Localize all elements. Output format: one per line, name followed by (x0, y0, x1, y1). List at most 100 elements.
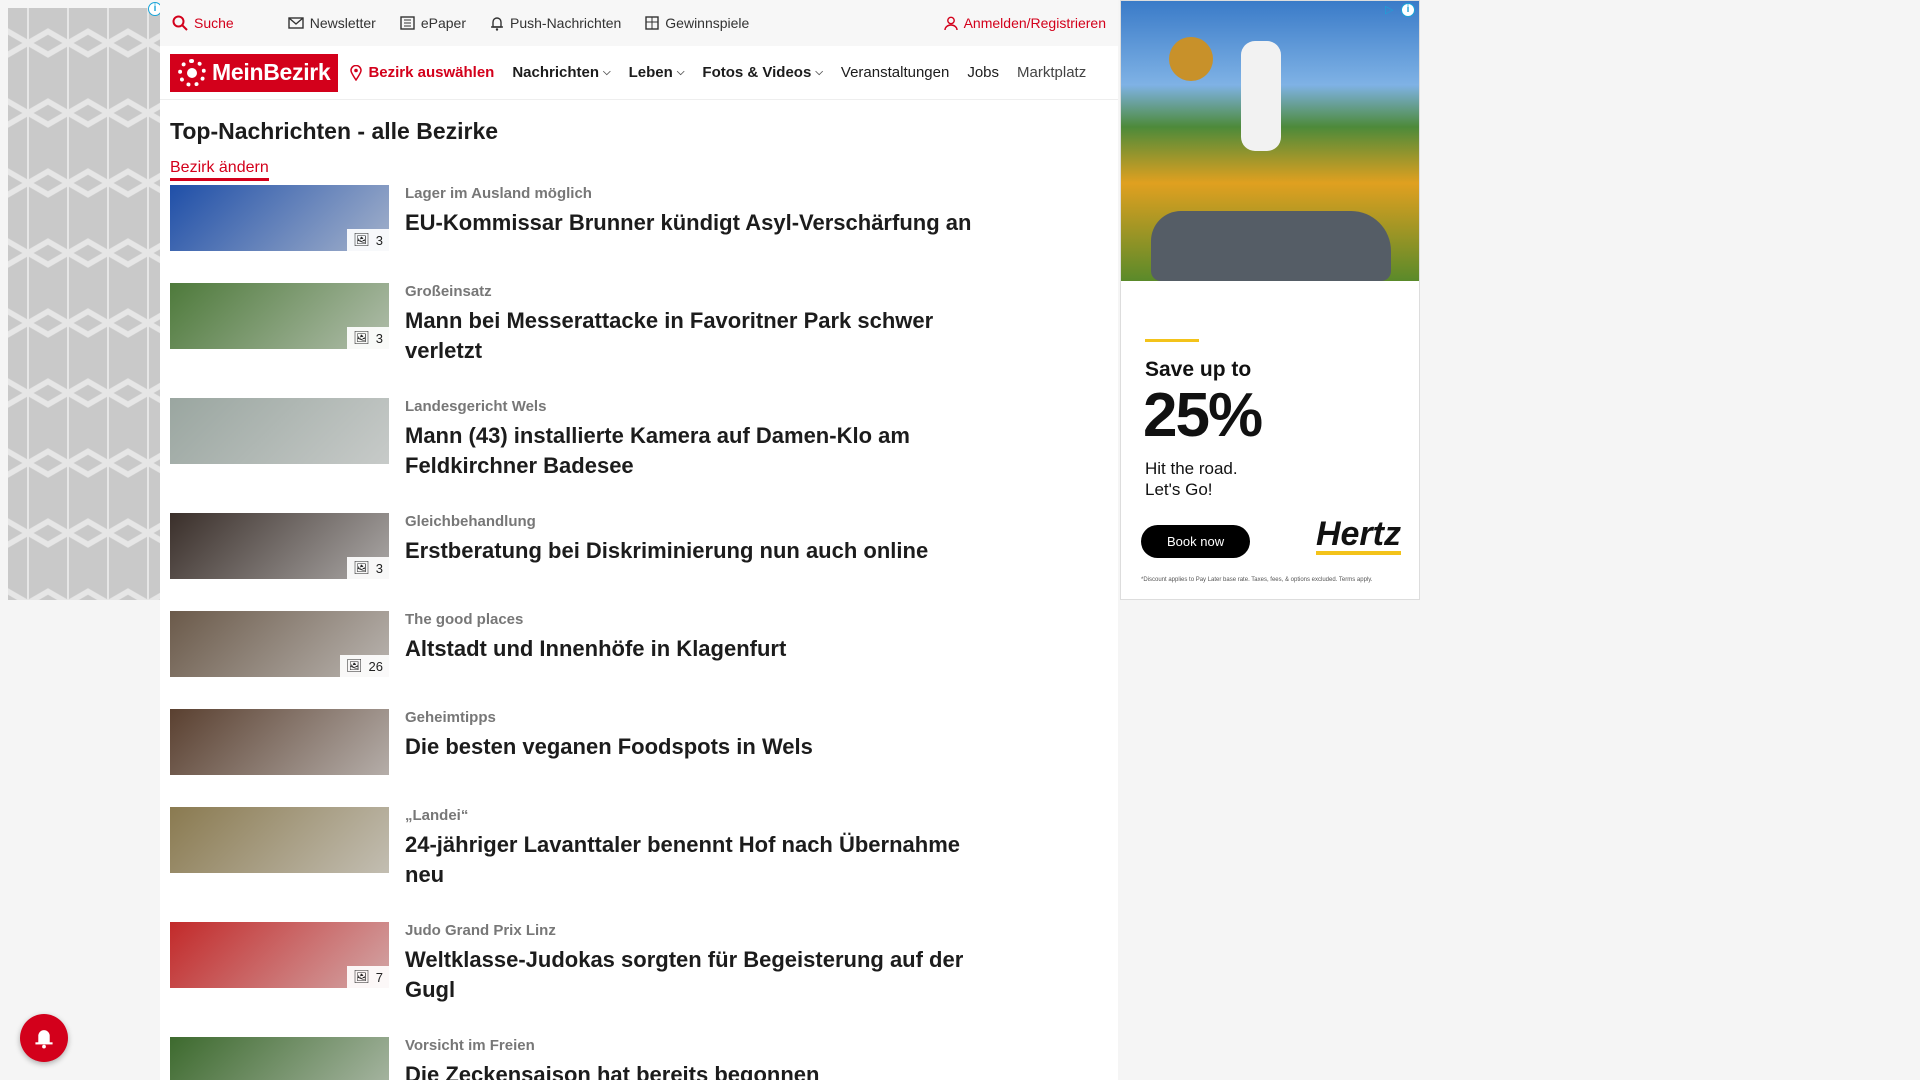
article-headline[interactable]: Erstberatung bei Diskriminierung nun auc… (405, 536, 928, 566)
article-headline[interactable]: 24-jähriger Lavanttaler benennt Hof nach… (405, 830, 1005, 890)
article-thumbnail[interactable]: 🖼 3 (170, 283, 389, 349)
article-headline[interactable]: Mann bei Messerattacke in Favoritner Par… (405, 306, 1005, 366)
image-count: 3 (375, 232, 383, 248)
article-thumbnail[interactable] (170, 398, 389, 464)
article-thumbnail[interactable]: 🖼4 (170, 1037, 389, 1080)
epaper-link[interactable]: ePaper (400, 15, 466, 31)
gallery-icon: 🖼 (346, 658, 363, 673)
article-thumbnail[interactable] (170, 807, 389, 873)
ad-photo: ▷ i (1121, 1, 1419, 281)
article-item[interactable]: 🖼 3 Großeinsatz Mann bei Messerattacke in F… (170, 283, 1108, 366)
article-headline[interactable]: Mann (43) installierte Kamera auf Damen-… (405, 421, 1005, 481)
search-icon (172, 15, 188, 31)
push-notifications-link[interactable]: Push-Nachrichten (490, 15, 621, 31)
article-thumbnail[interactable]: 🖼 3 (170, 185, 389, 251)
gift-icon (645, 16, 659, 30)
article-item[interactable]: 🖼 7 Judo Grand Prix Linz Weltklasse-Judokas… (170, 922, 1108, 1005)
book-now-button[interactable]: Book now (1141, 525, 1251, 558)
image-count: 7 (375, 969, 383, 985)
ad-subtitle-line1: Hit the road. (1145, 459, 1238, 478)
newsletter-link[interactable]: Newsletter (288, 15, 376, 31)
change-district-link[interactable]: Bezirk ändern (170, 159, 269, 181)
image-count-badge: 🖼 26 (340, 655, 389, 677)
gewinnspiele-label: Gewinnspiele (665, 15, 750, 31)
article-item[interactable]: 🖼 3 Lager im Ausland möglich EU-Kommissar B… (170, 185, 1108, 251)
image-count-badge: 🖼 7 (347, 966, 389, 988)
article-text: The good places Altstadt und Innenhöfe in… (405, 611, 786, 664)
article-thumbnail[interactable]: 🖼 26 (170, 611, 389, 677)
nav-item-leben[interactable]: Leben ⌵ (629, 64, 685, 81)
article-kicker: Judo Grand Prix Linz (405, 922, 556, 939)
ad-subtitle: Hit the road. Let's Go! (1145, 458, 1419, 500)
main-nav: MeinBezirk Bezirk auswählen Nachrichten ⌵… (160, 46, 1118, 100)
article-thumbnail[interactable]: 🖼 3 (170, 513, 389, 579)
bell-icon (491, 16, 503, 31)
chevron-down-icon: ⌵ (603, 67, 611, 78)
article-headline[interactable]: Die besten veganen Foodspots in Wels (405, 732, 813, 762)
nav-label: Jobs (967, 64, 1000, 81)
article-item[interactable]: 🖼4 Vorsicht im Freien Die Zeckensaison hat… (170, 1037, 1108, 1080)
article-text: Lager im Ausland möglich EU-Kommissar Bru… (405, 185, 971, 238)
image-count: 26 (368, 658, 383, 674)
article-headline[interactable]: Die Zeckensaison hat bereits begonnen (405, 1060, 819, 1080)
login-link[interactable]: Anmelden/Registrieren (943, 15, 1106, 31)
logo-mark-icon (178, 58, 206, 87)
ad-save-text: Save up to (1145, 358, 1252, 381)
article-text: Großeinsatz Mann bei Messerattacke in Fav… (405, 283, 1005, 366)
article-item[interactable]: 🖼 26 The good places Altstadt und Innenhöfe… (170, 611, 1108, 677)
person-image (1241, 41, 1281, 151)
article-thumbnail[interactable] (170, 709, 389, 775)
notification-bell-button[interactable] (20, 1014, 68, 1062)
accent-bar (1145, 339, 1199, 342)
nav-item-veranstaltungen[interactable]: Veranstaltungen (841, 64, 949, 81)
ad-choices-icon[interactable]: ▷ (1385, 3, 1399, 17)
gallery-icon: 🖼 (353, 232, 370, 247)
article-text: „Landei“ 24-jähriger Lavanttaler benennt … (405, 807, 1005, 890)
content-area: Top-Nachrichten - alle Bezirke Bezirk än… (160, 100, 1118, 1080)
right-banner-ad[interactable]: ▷ i Save up to 25% Hit the road. Let's G… (1120, 0, 1420, 600)
ad-icons: ▷ i (1385, 3, 1415, 17)
article-headline[interactable]: Weltklasse-Judokas sorgten für Begeister… (405, 945, 1005, 1005)
newspaper-icon (400, 16, 415, 30)
ad-info-icon[interactable]: i (1401, 3, 1415, 17)
nav-item-nachrichten[interactable]: Nachrichten ⌵ (512, 64, 610, 81)
article-item[interactable]: Geheimtipps Die besten veganen Foodspots … (170, 709, 1108, 775)
nav-label: Leben (628, 64, 673, 81)
article-text: Gleichbehandlung Erstberatung bei Diskrim… (405, 513, 928, 566)
page-title: Top-Nachrichten - alle Bezirke (170, 118, 499, 144)
article-item[interactable]: Landesgericht Wels Mann (43) installierte… (170, 398, 1108, 481)
article-text: Landesgericht Wels Mann (43) installierte… (405, 398, 1005, 481)
nav-item-jobs[interactable]: Jobs (967, 64, 999, 81)
brand-logo: Hertz (1315, 515, 1401, 555)
article-text: Geheimtipps Die besten veganen Foodspots … (405, 709, 813, 762)
image-count: 3 (375, 560, 383, 576)
search-button[interactable]: Suche (172, 15, 234, 31)
article-headline[interactable]: EU-Kommissar Brunner kündigt Asyl-Versch… (405, 208, 971, 238)
nav-item-fotos-videos[interactable]: Fotos & Videos ⌵ (702, 64, 823, 81)
gallery-icon: 🖼 (353, 560, 370, 575)
nav-label: Veranstaltungen (840, 64, 950, 81)
article-item[interactable]: „Landei“ 24-jähriger Lavanttaler benennt … (170, 807, 1108, 890)
chevron-down-icon: ⌵ (815, 67, 823, 78)
left-skyscraper-ad[interactable]: i (8, 2, 162, 600)
nav-label: Marktplatz (1017, 64, 1087, 81)
article-kicker: Gleichbehandlung (405, 513, 536, 530)
article-item[interactable]: 🖼 3 Gleichbehandlung Erstberatung bei Diskr… (170, 513, 1108, 579)
login-label: Anmelden/Registrieren (963, 15, 1106, 31)
nav-item-marktplatz[interactable]: Marktplatz (1017, 64, 1086, 81)
ad-fine-print: *Discount applies to Pay Later base rate… (1141, 577, 1373, 583)
select-district-button[interactable]: Bezirk auswählen (350, 64, 494, 81)
article-kicker: Lager im Ausland möglich (405, 185, 592, 202)
article-text: Vorsicht im Freien Die Zeckensaison hat b… (405, 1037, 819, 1080)
nav-label: Nachrichten (512, 64, 600, 81)
location-pin-icon (350, 64, 363, 81)
article-thumbnail[interactable]: 🖼 7 (170, 922, 389, 988)
article-list: 🖼 3 Lager im Ausland möglich EU-Kommissar B… (170, 185, 1108, 1080)
select-district-label: Bezirk auswählen (368, 64, 495, 81)
user-icon (943, 16, 958, 30)
search-label: Suche (194, 15, 234, 31)
site-logo[interactable]: MeinBezirk (170, 53, 339, 92)
chevron-down-icon: ⌵ (676, 67, 685, 78)
gewinnspiele-link[interactable]: Gewinnspiele (645, 15, 749, 31)
article-headline[interactable]: Altstadt und Innenhöfe in Klagenfurt (405, 634, 786, 664)
